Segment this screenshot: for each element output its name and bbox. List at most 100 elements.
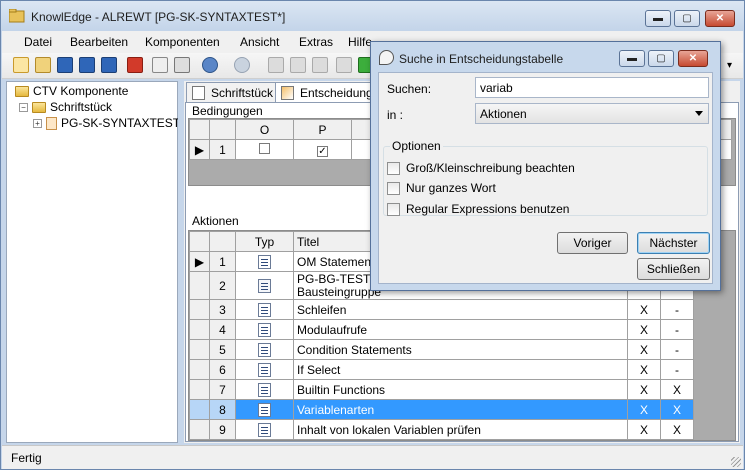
menu-bearbeiten[interactable]: Bearbeiten <box>70 35 128 49</box>
menu-ansicht[interactable]: Ansicht <box>240 35 279 49</box>
delete-icon[interactable] <box>336 57 352 73</box>
new-icon[interactable] <box>13 57 29 73</box>
action-type-cell[interactable] <box>235 339 294 360</box>
action-icon <box>258 322 271 337</box>
action-col1-cell[interactable]: X <box>627 339 661 360</box>
row-pointer-icon <box>189 299 210 320</box>
action-col2-cell[interactable]: - <box>660 339 694 360</box>
action-title-cell[interactable]: Inhalt von lokalen Variablen prüfen <box>293 419 628 440</box>
action-title-cell[interactable]: Schleifen <box>293 299 628 320</box>
app-icon <box>9 9 25 23</box>
expand-icon[interactable]: + <box>33 118 42 128</box>
preview-icon[interactable] <box>152 57 168 73</box>
action-col2-cell[interactable]: X <box>660 419 694 440</box>
whole-word-option[interactable]: Nur ganzes Wort <box>387 181 496 195</box>
print-icon[interactable] <box>174 57 190 73</box>
undo-icon[interactable] <box>202 57 218 73</box>
menu-komponenten[interactable]: Komponenten <box>145 35 220 49</box>
close-button[interactable]: ✕ <box>705 10 735 27</box>
action-title-cell[interactable]: Condition Statements <box>293 339 628 360</box>
tree-node-schriftstueck[interactable]: − Schriftstück <box>19 99 112 115</box>
condition-p-checkbox[interactable]: ✓ <box>317 145 328 157</box>
action-type-cell[interactable] <box>235 251 294 272</box>
row-number: 7 <box>209 379 236 400</box>
paste-icon[interactable] <box>312 57 328 73</box>
search-input[interactable]: variab <box>475 77 709 98</box>
cut-icon[interactable] <box>268 57 284 73</box>
save-all-icon[interactable] <box>79 57 95 73</box>
checkbox-label: Nur ganzes Wort <box>406 181 496 195</box>
condition-o-checkbox[interactable] <box>259 142 270 154</box>
dialog-close-button[interactable]: ✕ <box>678 50 708 67</box>
regex-checkbox[interactable] <box>387 202 400 216</box>
menu-hilfe[interactable]: Hilfe <box>348 35 372 49</box>
dialog-maximize-button[interactable]: ▢ <box>648 50 674 67</box>
action-type-cell[interactable] <box>235 399 294 420</box>
action-col1-cell[interactable]: X <box>627 319 661 340</box>
row-number: 4 <box>209 319 236 340</box>
action-col2-cell[interactable]: X <box>660 399 694 420</box>
case-sensitive-option[interactable]: Groß/Kleinschreibung beachten <box>387 161 575 175</box>
column-header[interactable]: P <box>293 119 352 140</box>
tab-entscheidungstabelle[interactable]: Entscheidungst <box>275 82 375 102</box>
resize-grip[interactable] <box>731 457 741 467</box>
action-type-cell[interactable] <box>235 419 294 440</box>
tree-node-root[interactable]: CTV Komponente <box>15 83 128 99</box>
action-title-cell[interactable]: Modulaufrufe <box>293 319 628 340</box>
action-col1-cell[interactable]: X <box>627 399 661 420</box>
action-col1-cell[interactable]: X <box>627 299 661 320</box>
regex-option[interactable]: Regular Expressions benutzen <box>387 202 569 216</box>
action-type-cell[interactable] <box>235 299 294 320</box>
row-pointer-icon <box>189 271 210 300</box>
tree-node-leaf[interactable]: + PG-SK-SYNTAXTEST <box>33 115 180 131</box>
action-title-cell[interactable]: Variablenarten <box>293 399 628 420</box>
tab-schriftstueck[interactable]: Schriftstück <box>186 82 281 102</box>
next-button[interactable]: Nächster <box>637 232 710 254</box>
table-row[interactable]: 6 If Select X - <box>189 359 694 380</box>
action-title-cell[interactable]: If Select <box>293 359 628 380</box>
row-pointer-icon <box>189 399 210 420</box>
toolbar-overflow-icon[interactable]: ▾ <box>727 60 732 71</box>
action-type-cell[interactable] <box>235 359 294 380</box>
action-col1-cell[interactable]: X <box>627 359 661 380</box>
case-sensitive-checkbox[interactable] <box>387 161 400 175</box>
stop-icon[interactable] <box>127 57 143 73</box>
row-pointer-icon <box>189 319 210 340</box>
action-col2-cell[interactable]: - <box>660 299 694 320</box>
table-row[interactable]: 5 Condition Statements X - <box>189 339 694 360</box>
maximize-button[interactable]: ▢ <box>674 10 700 27</box>
column-header-typ[interactable]: Typ <box>235 231 294 252</box>
minimize-button[interactable]: ▬ <box>645 10 671 27</box>
redo-icon[interactable] <box>234 57 250 73</box>
action-icon <box>258 402 271 417</box>
table-row[interactable]: 8 Variablenarten X X <box>189 399 694 420</box>
close-dialog-button[interactable]: Schließen <box>637 258 710 280</box>
table-row[interactable]: 3 Schleifen X - <box>189 299 694 320</box>
action-col2-cell[interactable]: X <box>660 379 694 400</box>
title-bar[interactable]: KnowlEdge - ALREWT [PG-SK-SYNTAXTEST*] ▬… <box>1 1 744 31</box>
collapse-icon[interactable]: − <box>19 102 28 112</box>
action-col1-cell[interactable]: X <box>627 419 661 440</box>
column-header[interactable]: O <box>235 119 294 140</box>
action-title-cell[interactable]: Builtin Functions <box>293 379 628 400</box>
action-type-cell[interactable] <box>235 271 294 300</box>
dialog-minimize-button[interactable]: ▬ <box>619 50 645 67</box>
save-as-icon[interactable] <box>101 57 117 73</box>
copy-icon[interactable] <box>290 57 306 73</box>
in-label: in : <box>387 108 404 122</box>
action-col2-cell[interactable]: - <box>660 359 694 380</box>
whole-word-checkbox[interactable] <box>387 181 400 195</box>
table-row[interactable]: 4 Modulaufrufe X - <box>189 319 694 340</box>
scope-select[interactable]: Aktionen <box>475 103 709 124</box>
menu-datei[interactable]: Datei <box>24 35 52 49</box>
action-col2-cell[interactable]: - <box>660 319 694 340</box>
save-icon[interactable] <box>57 57 73 73</box>
table-row[interactable]: 9 Inhalt von lokalen Variablen prüfen X X <box>189 419 694 440</box>
previous-button[interactable]: Voriger <box>557 232 628 254</box>
open-folder-icon[interactable] <box>35 57 51 73</box>
action-type-cell[interactable] <box>235 379 294 400</box>
action-type-cell[interactable] <box>235 319 294 340</box>
menu-extras[interactable]: Extras <box>299 35 333 49</box>
table-row[interactable]: 7 Builtin Functions X X <box>189 379 694 400</box>
action-col1-cell[interactable]: X <box>627 379 661 400</box>
